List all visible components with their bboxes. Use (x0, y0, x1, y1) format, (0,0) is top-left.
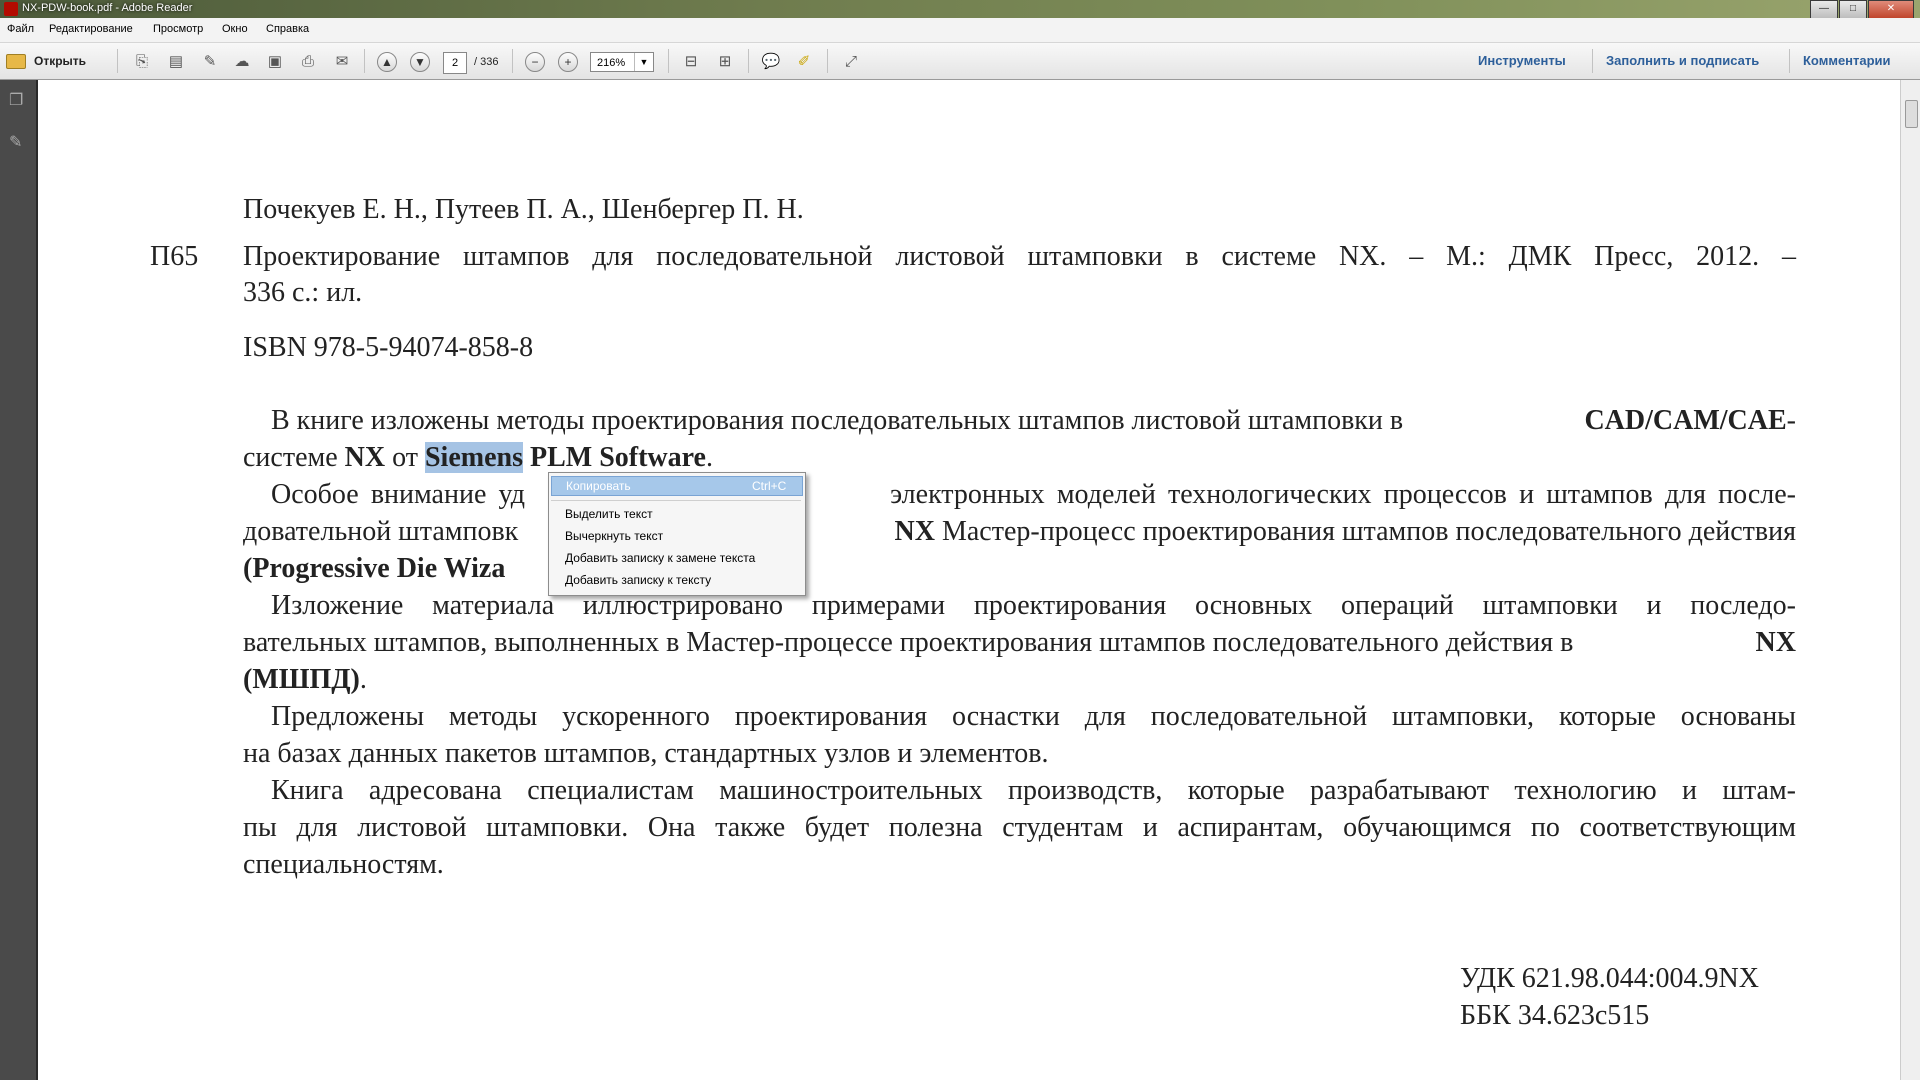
paragraph-line: довательной штамповк NX Мастер-процесс п… (243, 516, 1796, 548)
paragraph-line: на базах данных пакетов штампов, стандар… (243, 738, 1049, 769)
paragraph-line: Книга адресована специалистам машиностро… (271, 775, 1796, 806)
paragraph-line: специальностям. (243, 849, 444, 880)
text-fragment: довательной штамповк (243, 516, 519, 547)
context-copy-item[interactable]: Копировать Ctrl+C (551, 476, 803, 496)
text-fragment: NX (1755, 627, 1796, 658)
text-fragment: вательных штампов, выполненных в Мастер-… (243, 627, 1574, 658)
close-button[interactable]: ✕ (1868, 0, 1914, 19)
context-add-note-item[interactable]: Добавить записку к тексту (565, 573, 711, 587)
paragraph-line: (МШПД). (243, 664, 367, 696)
context-menu: Копировать Ctrl+C Выделить текст Вычеркн… (548, 472, 806, 596)
paragraph-line: В книге изложены методы проектирования п… (271, 405, 1796, 437)
book-title-line: Проектирование штампов для последователь… (243, 241, 1796, 272)
paragraph-line: пы для листовой штамповки. Она также буд… (243, 812, 1796, 843)
text-fragment: CAD/CAM/CAE (1584, 405, 1787, 436)
text-fragment: NX (894, 516, 935, 547)
text-fragment: (МШПД) (243, 664, 360, 695)
paragraph-line: (Progressive Die Wiza (243, 553, 505, 585)
text-fragment: PLM Software (529, 442, 706, 473)
context-replace-note-item[interactable]: Добавить записку к замене текста (565, 551, 755, 565)
index-code: П65 (150, 241, 199, 272)
paragraph-line: Особое внимание уд электронных моделей т… (271, 479, 1796, 510)
text-fragment: NX (344, 442, 386, 473)
book-title-line: 336 с.: ил. (243, 277, 363, 308)
bbk-code: ББК 34.623с515 (1460, 1000, 1650, 1031)
selected-text[interactable]: Siemens (424, 442, 523, 473)
paragraph-line: системе NX от Siemens PLM Software. (243, 442, 713, 474)
scrollbar-thumb[interactable] (1905, 100, 1918, 128)
text-fragment: В книге изложены методы проектирования п… (271, 405, 1404, 436)
paragraph-line: вательных штампов, выполненных в Мастер-… (243, 627, 1796, 659)
text-fragment: - (1786, 405, 1796, 436)
context-strike-text-item[interactable]: Вычеркнуть текст (565, 529, 663, 543)
isbn-line: ISBN 978-5-94074-858-8 (243, 332, 534, 363)
paragraph-line: Изложение материала иллюстрировано приме… (271, 590, 1796, 621)
text-fragment: системе (243, 442, 338, 473)
copy-label: Копировать (566, 479, 631, 493)
copy-shortcut: Ctrl+C (752, 479, 787, 493)
udk-code: УДК 621.98.044:004.9NX (1460, 963, 1759, 994)
text-fragment: (Progressive Die Wiza (243, 553, 506, 584)
context-select-text-item[interactable]: Выделить текст (565, 507, 653, 521)
document-view[interactable]: Почекуев Е. Н., Путеев П. А., Шенбергер … (38, 80, 1900, 1080)
text-fragment: Мастер-процесс проектирования штампов по… (941, 516, 1796, 547)
text-fragment: . (359, 664, 367, 695)
pdf-page: Почекуев Е. Н., Путеев П. А., Шенбергер … (0, 0, 1862, 1080)
text-fragment: от (392, 442, 418, 473)
vertical-scrollbar[interactable] (1900, 80, 1920, 1080)
menu-divider (551, 500, 801, 501)
authors-line: Почекуев Е. Н., Путеев П. А., Шенбергер … (243, 194, 804, 225)
text-fragment: . (705, 442, 713, 473)
paragraph-line: Предложены методы ускоренного проектиров… (271, 701, 1796, 732)
